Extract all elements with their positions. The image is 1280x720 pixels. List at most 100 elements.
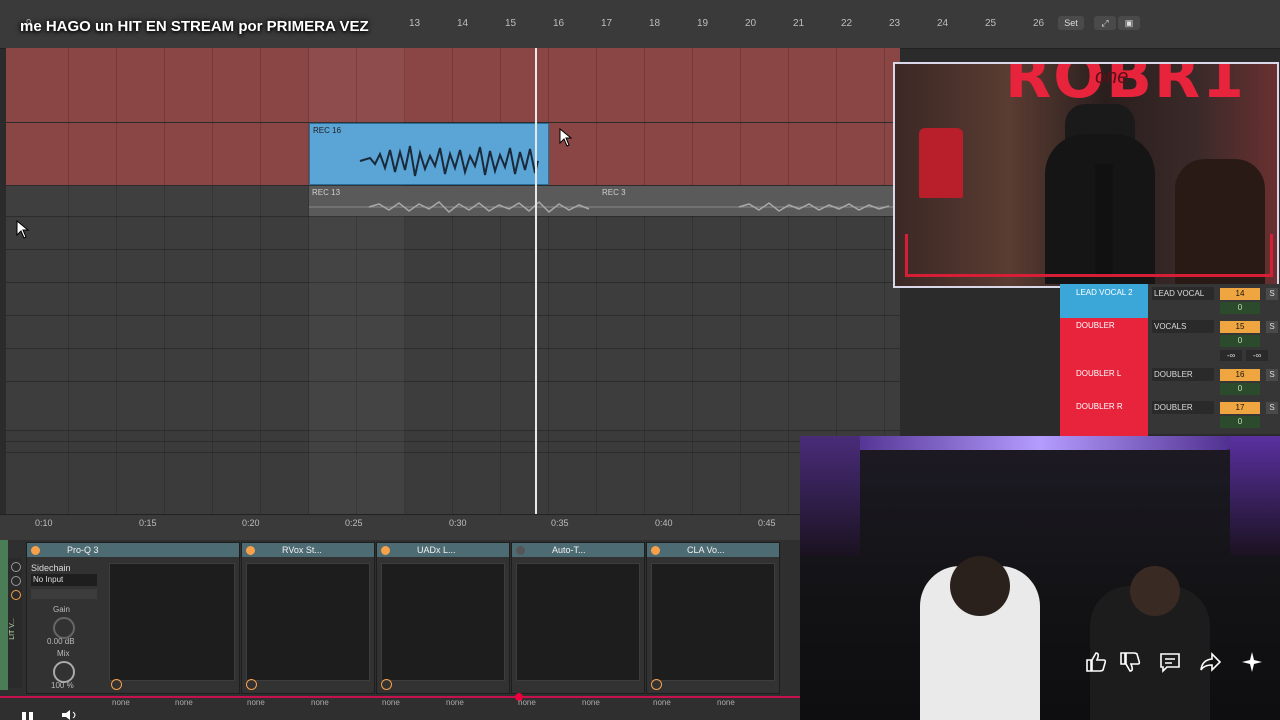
track-name[interactable]: DOUBLER R [1060, 399, 1148, 415]
device-chain[interactable]: LIT V... Pro-Q 3 Sidechain No Input Gain… [0, 540, 800, 720]
bar-number: 16 [553, 18, 565, 29]
device-power-icon[interactable] [516, 546, 525, 555]
orange-knob[interactable] [651, 679, 662, 690]
volume-value[interactable]: 0 [1220, 335, 1260, 347]
bar-number: 24 [937, 18, 949, 29]
device-title[interactable]: Auto-T... [512, 543, 644, 557]
device-power-icon[interactable] [31, 546, 40, 555]
volume-value[interactable]: 0 [1220, 416, 1260, 428]
volume-icon[interactable] [62, 710, 80, 720]
device-power-icon[interactable] [246, 546, 255, 555]
set-button[interactable]: Set [1058, 16, 1084, 30]
sidechain-input-select[interactable]: No Input [31, 574, 97, 586]
track-row[interactable] [6, 382, 900, 431]
device-pro-q3[interactable]: Pro-Q 3 Sidechain No Input Gain 0.00 dB … [26, 542, 240, 694]
orange-knob[interactable] [111, 679, 122, 690]
solo-button[interactable]: S [1266, 288, 1278, 300]
routing-select[interactable]: LEAD VOCAL [1152, 287, 1214, 300]
waveform [309, 200, 899, 214]
device-rvox[interactable]: RVox St... [241, 542, 375, 694]
device-title[interactable]: UADx L... [377, 543, 509, 557]
track-row[interactable] [6, 431, 900, 442]
device-cla-vocals[interactable]: CLA Vo... [646, 542, 780, 694]
sidechain-select[interactable] [31, 589, 97, 599]
orange-knob[interactable] [246, 679, 257, 690]
routing-select[interactable]: DOUBLER [1152, 401, 1214, 414]
lock-icon[interactable]: ▣ [1118, 16, 1140, 30]
solo-button[interactable]: S [1266, 402, 1278, 414]
track-name-vertical: LIT V... [9, 618, 16, 640]
plugin-display [651, 563, 775, 681]
arrangement-view[interactable]: REC 16 REC 13 REC 3 [6, 48, 900, 518]
bar-number: 17 [601, 18, 613, 29]
bar-number: 20 [745, 18, 757, 29]
device-auto-tune[interactable]: Auto-T... [511, 542, 645, 694]
track-number[interactable]: 16 [1220, 369, 1260, 381]
time-label: 0:30 [449, 518, 467, 528]
sparkle-icon[interactable] [1240, 650, 1264, 674]
device-toggle-icon[interactable] [11, 576, 21, 586]
track-number[interactable]: 14 [1220, 288, 1260, 300]
time-label: 0:20 [242, 518, 260, 528]
track-row[interactable] [6, 283, 900, 316]
track-row[interactable] [6, 349, 900, 382]
solo-button[interactable]: S [1266, 369, 1278, 381]
device-power-icon[interactable] [381, 546, 390, 555]
mixer-panel[interactable]: LEAD VOCAL 2 LEAD VOCAL 14 0 S DOUBLER V… [1060, 284, 1280, 436]
like-icon[interactable] [1084, 650, 1108, 674]
routing-select[interactable]: none [175, 698, 193, 707]
track-name[interactable]: DOUBLER L [1060, 366, 1148, 382]
plugin-display [109, 563, 235, 681]
share-icon[interactable] [1198, 650, 1222, 674]
routing-select[interactable]: none [247, 698, 265, 707]
device-power-icon[interactable] [651, 546, 660, 555]
routing-select[interactable]: none [518, 698, 536, 707]
device-title[interactable]: Pro-Q 3 [27, 543, 239, 557]
pause-icon[interactable] [29, 712, 33, 720]
volume-value[interactable]: 0 [1220, 302, 1260, 314]
track-number[interactable]: 15 [1220, 321, 1260, 333]
routing-select[interactable]: none [717, 698, 735, 707]
routing-select[interactable]: none [112, 698, 130, 707]
gain-knob[interactable] [53, 617, 75, 639]
mouse-cursor-icon [16, 220, 30, 239]
audio-clip-rec13[interactable]: REC 13 REC 3 [309, 186, 900, 216]
mix-knob[interactable] [53, 661, 75, 683]
track-number[interactable]: 17 [1220, 402, 1260, 414]
track-row[interactable] [6, 217, 900, 250]
bar-number: 15 [505, 18, 517, 29]
hanging-jersey [919, 128, 963, 198]
track-row[interactable] [6, 442, 900, 453]
time-ruler[interactable]: 0:10 0:15 0:20 0:25 0:30 0:35 0:40 0:45 [0, 514, 800, 541]
volume-value[interactable]: 0 [1220, 383, 1260, 395]
dislike-icon[interactable] [1118, 650, 1142, 674]
routing-select[interactable]: none [582, 698, 600, 707]
yt-action-bar[interactable] [1080, 650, 1280, 674]
track-name[interactable]: DOUBLER [1060, 318, 1148, 334]
track-row[interactable] [6, 316, 900, 349]
pause-icon[interactable] [22, 712, 26, 720]
routing-select[interactable]: VOCALS [1152, 320, 1214, 333]
routing-select[interactable]: none [446, 698, 464, 707]
track-row[interactable] [6, 48, 900, 123]
track-row[interactable] [6, 453, 900, 518]
routing-select[interactable]: none [382, 698, 400, 707]
playhead[interactable] [535, 48, 537, 514]
orange-knob[interactable] [381, 679, 392, 690]
routing-select[interactable]: none [653, 698, 671, 707]
solo-button[interactable]: S [1266, 321, 1278, 333]
track-name[interactable]: LEAD VOCAL 2 [1060, 285, 1148, 301]
bar-number: 25 [985, 18, 997, 29]
track-row[interactable] [6, 250, 900, 283]
device-title[interactable]: CLA Vo... [647, 543, 779, 557]
device-title[interactable]: RVox St... [242, 543, 374, 557]
device-toggle-icon[interactable] [11, 562, 21, 572]
expand-icon[interactable]: ⤢ [1094, 16, 1116, 30]
audio-clip-rec16[interactable]: REC 16 [309, 123, 549, 185]
comments-icon[interactable] [1158, 650, 1182, 674]
device-uadx[interactable]: UADx L... [376, 542, 510, 694]
purple-light-left [800, 436, 860, 556]
device-toggle-icon[interactable] [11, 590, 21, 600]
routing-select[interactable]: none [311, 698, 329, 707]
routing-select[interactable]: DOUBLER [1152, 368, 1214, 381]
